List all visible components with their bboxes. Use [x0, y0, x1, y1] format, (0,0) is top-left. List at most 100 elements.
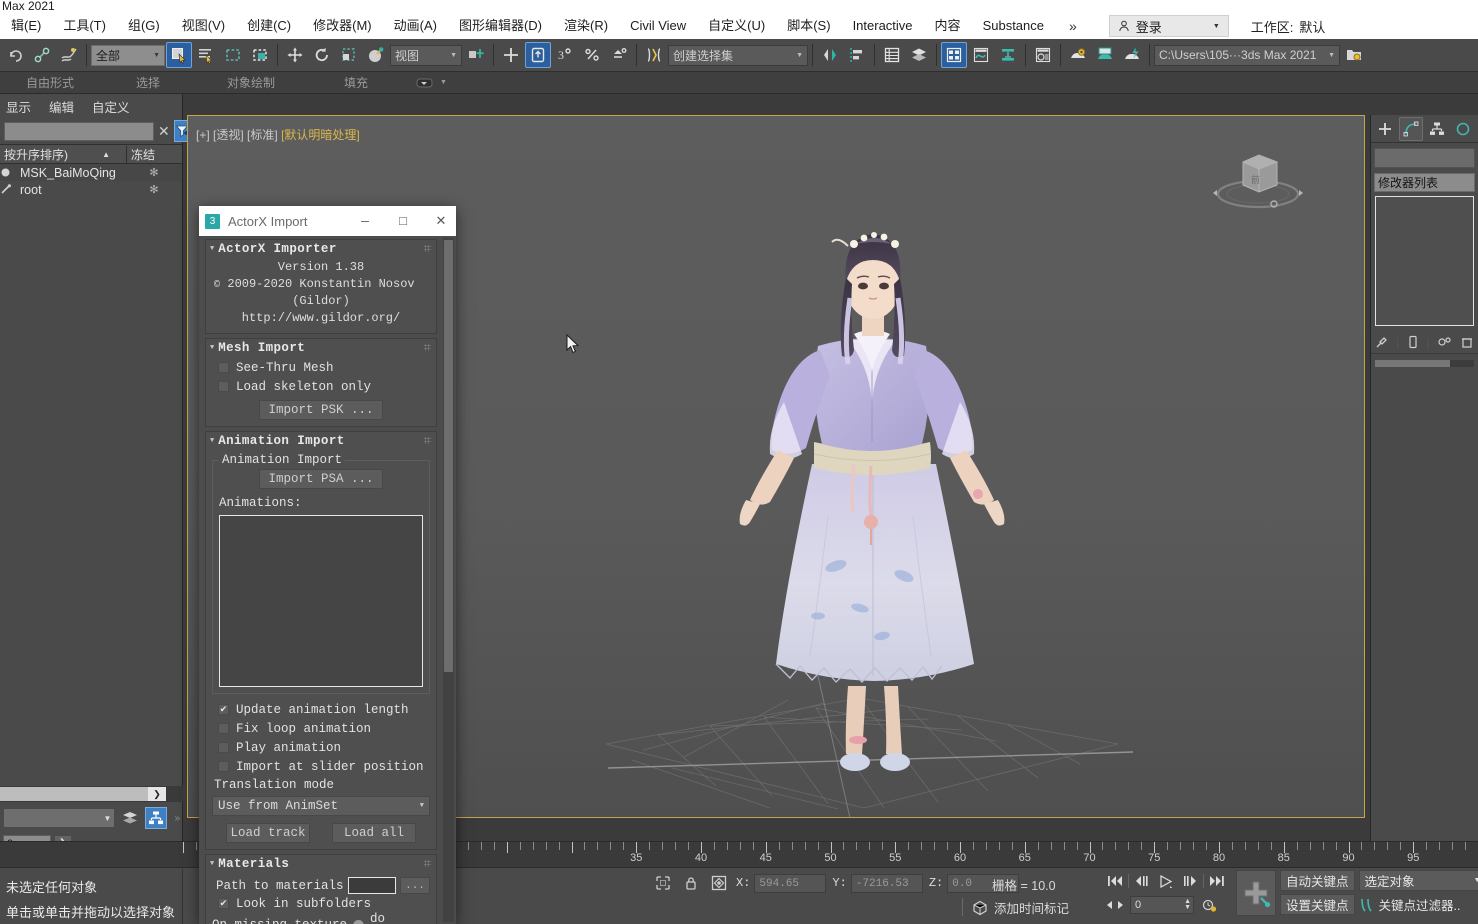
reference-coord-dropdown[interactable]: 视图 ▼	[390, 44, 462, 66]
project-folder-icon[interactable]	[1341, 42, 1367, 68]
menu-overflow-icon[interactable]: »	[1055, 18, 1091, 34]
add-time-tag-label[interactable]: 添加时间标记	[994, 898, 1069, 917]
menu-item-scripting[interactable]: 脚本(S)	[776, 13, 841, 39]
menu-item-modifiers[interactable]: 修改器(M)	[302, 13, 383, 39]
import-psa-button[interactable]: Import PSA ...	[259, 469, 383, 489]
command-panel-scrollbar[interactable]	[1375, 360, 1474, 367]
scene-explorer-icon[interactable]	[879, 42, 905, 68]
frozen-cell[interactable]: ✻	[126, 183, 182, 196]
see-thru-mesh-checkbox[interactable]: See-Thru Mesh	[212, 358, 430, 377]
selection-lock-icon[interactable]	[680, 872, 702, 894]
rollout-header-mesh[interactable]: ▼ Mesh Import	[206, 339, 436, 356]
absolute-relative-toggle-icon[interactable]	[708, 872, 730, 894]
browse-materials-button[interactable]: ...	[400, 877, 430, 894]
menu-item-create[interactable]: 创建(C)	[236, 13, 302, 39]
frozen-cell[interactable]: ✻	[126, 166, 182, 179]
select-object-button[interactable]	[166, 42, 192, 68]
viewport-label-view[interactable]: [透视]	[213, 128, 244, 142]
do-nothing-radio[interactable]: do nothing	[353, 912, 430, 924]
menu-item-rendering[interactable]: 渲染(R)	[553, 13, 619, 39]
play-animation-checkbox[interactable]: Play animation	[212, 738, 430, 757]
explorer-mode-dropdown[interactable]: ▼	[3, 808, 116, 828]
menu-item-civil-view[interactable]: Civil View	[619, 13, 697, 39]
list-item[interactable]: MSK_BaiMoQing ✻	[0, 164, 182, 181]
time-configuration-icon[interactable]	[1198, 895, 1220, 915]
layer-explorer-icon[interactable]	[906, 42, 932, 68]
render-production-icon[interactable]	[1119, 42, 1145, 68]
rollout-header-animation[interactable]: ▼ Animation Import	[206, 432, 436, 449]
menu-item-views[interactable]: 视图(V)	[171, 13, 236, 39]
menu-item-tools[interactable]: 工具(T)	[52, 13, 117, 39]
column-header-frozen[interactable]: 冻结	[126, 145, 182, 163]
undo-icon[interactable]	[2, 42, 28, 68]
go-to-start-icon[interactable]	[1104, 871, 1126, 891]
use-pivot-center-icon[interactable]	[463, 42, 489, 68]
load-all-button[interactable]: Load all	[332, 823, 416, 843]
viewport-label[interactable]: [+] [透视] [标准] [默认明暗处理]	[196, 126, 360, 143]
select-by-name-button[interactable]	[193, 42, 219, 68]
load-skeleton-only-checkbox[interactable]: Load skeleton only	[212, 377, 430, 396]
animations-listbox[interactable]	[219, 515, 423, 687]
curve-editor-icon[interactable]	[968, 42, 994, 68]
y-input[interactable]: -7216.53	[850, 873, 923, 893]
selection-mode-dropdown[interactable]: 选定对象 ▼	[1358, 870, 1478, 891]
go-to-end-icon[interactable]	[1206, 871, 1228, 891]
list-item[interactable]: root ✻	[0, 181, 182, 198]
percent-snap-icon[interactable]	[579, 42, 605, 68]
modifier-stack[interactable]	[1375, 196, 1474, 326]
menu-item-substance[interactable]: Substance	[972, 13, 1055, 39]
current-frame-input[interactable]: 0 ▲ ▼	[1130, 896, 1194, 914]
fix-loop-animation-checkbox[interactable]: Fix loop animation	[212, 719, 430, 738]
angle-snap-icon[interactable]: 3	[552, 42, 578, 68]
selection-filter-dropdown[interactable]: 全部 ▼	[91, 44, 165, 66]
rollout-header-materials[interactable]: ▼ Materials	[206, 855, 436, 872]
character-mesh[interactable]	[708, 216, 1038, 806]
select-and-scale-icon[interactable]	[336, 42, 362, 68]
menu-item-group[interactable]: 组(G)	[117, 13, 171, 39]
ribbon-label-select[interactable]: 选择	[100, 74, 196, 91]
import-psk-button[interactable]: Import PSK ...	[259, 400, 383, 420]
scene-explorer-menu-edit[interactable]: 编辑	[49, 97, 74, 116]
hierarchy-tab[interactable]	[1425, 117, 1449, 141]
close-icon[interactable]: ✕	[426, 206, 456, 236]
window-crossing-icon[interactable]	[247, 42, 273, 68]
modifier-list-dropdown[interactable]: 修改器列表	[1374, 173, 1475, 192]
horizontal-scrollbar[interactable]: ❯	[0, 786, 183, 802]
named-selection-sets-icon[interactable]	[641, 42, 667, 68]
actorx-vertical-scrollbar[interactable]	[443, 238, 454, 922]
play-animation-icon[interactable]	[1155, 871, 1177, 891]
create-tab[interactable]	[1373, 117, 1397, 141]
clear-search-icon[interactable]: ✕	[158, 123, 170, 140]
show-end-result-icon[interactable]	[1407, 335, 1419, 349]
menu-item-content[interactable]: 内容	[924, 13, 972, 39]
viewport-label-plus[interactable]: [+]	[196, 128, 210, 142]
key-filters-button[interactable]: 关键点过滤器..	[1359, 894, 1478, 915]
pin-stack-icon[interactable]	[1375, 335, 1389, 349]
menu-item-customize[interactable]: 自定义(U)	[697, 13, 776, 39]
schematic-view-icon[interactable]	[995, 42, 1021, 68]
menu-item-animation[interactable]: 动画(A)	[383, 13, 448, 39]
ribbon-label-object-paint[interactable]: 对象绘制	[196, 74, 306, 91]
ribbon-dropdown-icon[interactable]	[416, 78, 434, 88]
selection-lock-frame-icon[interactable]	[652, 872, 674, 894]
previous-frame-icon[interactable]	[1131, 871, 1153, 891]
actorx-import-dialog[interactable]: 3 ActorX Import — □ ✕ ▼ ActorX Importer …	[199, 206, 456, 924]
remove-modifier-icon[interactable]	[1460, 335, 1474, 349]
look-in-subfolders-checkbox[interactable]: ✔ Look in subfolders	[212, 894, 430, 913]
update-animation-length-checkbox[interactable]: ✔ Update animation length	[212, 700, 430, 719]
rendered-frame-window-icon[interactable]	[1092, 42, 1118, 68]
motion-tab[interactable]	[1451, 117, 1475, 141]
load-track-button[interactable]: Load track	[226, 823, 310, 843]
scroll-right-icon[interactable]: ❯	[148, 787, 166, 801]
x-input[interactable]: 594.65	[754, 873, 827, 893]
select-and-move-icon[interactable]	[282, 42, 308, 68]
website-url[interactable]: http://www.gildor.org/	[212, 310, 430, 327]
scene-explorer-search-input[interactable]	[4, 121, 154, 141]
login-dropdown[interactable]: 登录 ▼	[1108, 15, 1229, 37]
snap-cross-icon[interactable]	[498, 42, 524, 68]
chevron-down-icon[interactable]: ▼	[440, 79, 447, 86]
object-name-field[interactable]	[1374, 148, 1475, 168]
key-mode-toggle-icon[interactable]	[1104, 895, 1126, 915]
view-cube-icon[interactable]: 前	[1210, 138, 1306, 220]
viewport-label-standard[interactable]: [标准]	[247, 128, 278, 142]
